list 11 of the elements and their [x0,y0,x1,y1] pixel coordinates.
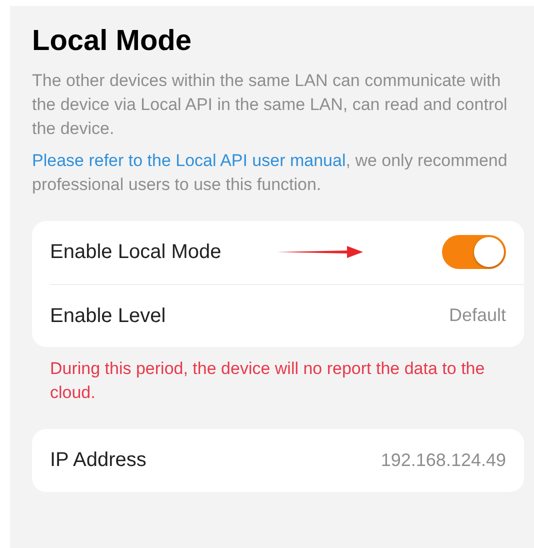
toggle-switch[interactable] [442,235,506,270]
description-text: The other devices within the same LAN can communicate with the device via Local API in the same LAN, can read and control the device. [32,70,508,140]
setting-label: Enable Local Mode [50,240,222,266]
setting-value: Default [448,304,506,328]
manual-link[interactable]: Please refer to the Local API user manual [32,150,346,170]
notice-text: Please refer to the Local API user manual, we only recommend professional users to use this function. [32,150,508,196]
page-title: Local Mode [32,24,193,59]
warning-text: During this period, the device will no report the data to the cloud. [50,358,486,404]
setting-label: Enable Level [50,304,166,329]
setting-label: IP Address [50,448,146,474]
setting-value: 192.168.124.49 [380,448,506,472]
